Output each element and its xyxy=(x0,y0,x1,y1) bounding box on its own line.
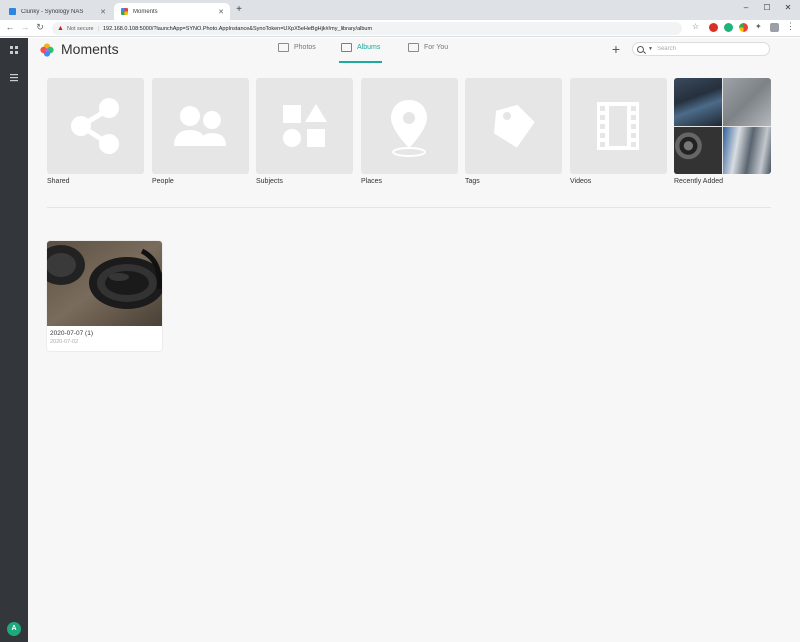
photos-icon xyxy=(278,43,289,52)
category-label: Places xyxy=(361,178,383,185)
tab-albums[interactable]: Albums xyxy=(339,43,383,63)
warning-icon: ▲ xyxy=(57,25,64,32)
extensions-puzzle-icon[interactable]: ✦ xyxy=(755,22,762,31)
album-date: 2020-07-02 xyxy=(50,339,79,345)
app-header: Moments Photos Albums For You + ▼ xyxy=(28,38,800,64)
photo-mosaic[interactable] xyxy=(674,78,771,174)
category-tags[interactable]: Tags xyxy=(465,78,562,185)
window-close-button[interactable]: ✕ xyxy=(781,3,795,12)
minimize-button[interactable]: – xyxy=(739,3,753,12)
category-label: People xyxy=(152,178,174,185)
security-label: Not secure xyxy=(66,25,94,32)
add-button[interactable]: + xyxy=(608,41,624,57)
album-cover-photo xyxy=(47,241,162,326)
category-label: Videos xyxy=(570,178,592,185)
section-divider xyxy=(47,207,771,208)
share-icon xyxy=(71,98,119,154)
extension-color-icon[interactable] xyxy=(739,23,748,32)
film-icon xyxy=(597,102,639,150)
category-label: Subjects xyxy=(256,178,283,185)
thumbnail xyxy=(674,126,722,174)
tag-icon xyxy=(493,104,535,148)
app-title: Moments xyxy=(61,41,119,57)
category-tile[interactable] xyxy=(570,78,667,174)
shapes-icon xyxy=(283,104,327,147)
thumbnail xyxy=(674,78,722,126)
close-tab-icon[interactable]: ✕ xyxy=(216,8,226,16)
search-box[interactable]: ▼ xyxy=(632,42,770,56)
category-label: Tags xyxy=(465,178,480,185)
browser-menu-icon[interactable]: ⋮ xyxy=(786,21,795,32)
browser-toolbar: ← → ↻ ▲ Not secure | 192.168.0.108:5000/… xyxy=(0,20,800,37)
address-bar[interactable]: ▲ Not secure | 192.168.0.108:5000/?launc… xyxy=(52,22,682,35)
category-tile[interactable] xyxy=(256,78,353,174)
album-title: 2020-07-07 (1) xyxy=(50,330,93,337)
new-tab-button[interactable]: + xyxy=(233,4,245,15)
moments-app: Moments Photos Albums For You + ▼ Search… xyxy=(28,38,800,642)
profile-icon[interactable] xyxy=(770,23,779,32)
reload-button[interactable]: ↻ xyxy=(34,22,46,33)
browser-tab-synology-nas[interactable]: Clunky - Synology NAS ✕ xyxy=(2,3,112,20)
thumbnail xyxy=(723,126,771,174)
category-subjects[interactable]: Subjects xyxy=(256,78,353,185)
bookmark-star-icon[interactable]: ☆ xyxy=(692,22,699,31)
separator: | xyxy=(97,25,99,32)
category-label: Shared xyxy=(47,178,70,185)
tab-label: For You xyxy=(424,44,449,51)
category-recently-added[interactable]: Recently Added xyxy=(674,78,771,185)
back-button[interactable]: ← xyxy=(4,22,16,32)
close-tab-icon[interactable]: ✕ xyxy=(98,8,108,16)
moments-logo-icon xyxy=(40,43,54,57)
tab-photos[interactable]: Photos xyxy=(278,43,316,63)
list-icon[interactable] xyxy=(9,72,19,82)
gift-icon xyxy=(408,43,419,52)
location-pin-icon xyxy=(391,100,427,157)
category-tile[interactable] xyxy=(361,78,458,174)
extension-green-icon[interactable] xyxy=(724,23,733,32)
restore-button[interactable]: ☐ xyxy=(760,3,774,12)
extension-red-icon[interactable] xyxy=(709,23,718,32)
grid-icon[interactable] xyxy=(9,45,19,55)
browser-tab-strip: Clunky - Synology NAS ✕ Moments ✕ + – ☐ … xyxy=(0,0,800,20)
category-tile[interactable] xyxy=(465,78,562,174)
category-people[interactable]: People xyxy=(152,78,249,185)
moments-favicon-icon xyxy=(121,8,128,15)
category-shared[interactable]: Shared xyxy=(47,78,144,185)
tab-label: Photos xyxy=(294,44,316,51)
category-tile[interactable] xyxy=(152,78,249,174)
album-cover[interactable] xyxy=(47,241,162,326)
albums-icon xyxy=(341,43,352,52)
chevron-down-icon[interactable]: ▼ xyxy=(648,46,653,52)
thumbnail xyxy=(723,78,771,126)
url-text: 192.168.0.108:5000/?launchApp=SYNO.Photo… xyxy=(102,25,373,32)
tab-label: Albums xyxy=(357,44,381,51)
people-icon xyxy=(174,106,226,146)
dsm-sidebar: A xyxy=(0,38,28,642)
forward-button[interactable]: → xyxy=(19,22,31,32)
search-input[interactable] xyxy=(656,46,757,52)
browser-tab-moments[interactable]: Moments ✕ xyxy=(114,3,230,20)
category-label: Recently Added xyxy=(674,178,724,185)
tab-title: Clunky - Synology NAS xyxy=(21,8,84,15)
tab-for-you[interactable]: For You xyxy=(408,43,448,63)
album-card[interactable]: 2020-07-07 (1) 2020-07-02 xyxy=(47,241,162,351)
category-places[interactable]: Places xyxy=(361,78,458,185)
user-avatar[interactable]: A xyxy=(7,622,21,636)
search-icon xyxy=(637,45,644,53)
tab-title: Moments xyxy=(133,8,158,15)
category-tile[interactable] xyxy=(47,78,144,174)
category-videos[interactable]: Videos xyxy=(570,78,667,185)
synology-favicon-icon xyxy=(9,8,16,15)
